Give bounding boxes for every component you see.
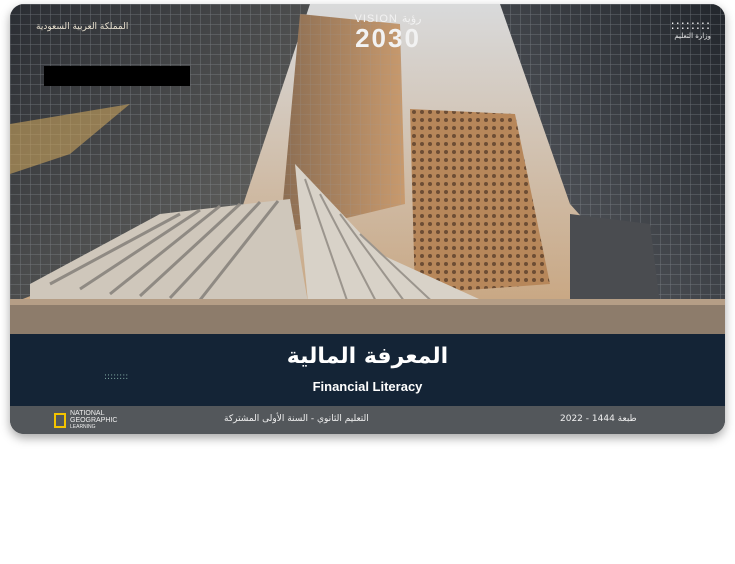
vision-2030-logo: VISION رؤية 2030	[328, 12, 448, 51]
cover-photo	[10, 4, 725, 334]
title-english: Financial Literacy	[312, 379, 423, 394]
publisher-line1: NATIONAL	[70, 410, 105, 417]
redaction-box	[44, 66, 190, 86]
publisher-line2: GEOGRAPHIC	[70, 417, 118, 424]
natgeo-yellow-frame-icon	[54, 413, 66, 428]
title-arabic: المعرفة المالية	[286, 344, 449, 369]
national-geographic-logo: NATIONAL GEOGRAPHIC LEARNING	[54, 410, 117, 431]
kingdom-label: المملكة العربية السعودية	[36, 22, 129, 32]
vision-year: 2030	[355, 23, 421, 53]
publisher-line3: LEARNING	[70, 424, 96, 430]
cover-reflection: Financial Literacy المعرفة المالية	[10, 438, 725, 558]
book-cover: المملكة العربية السعودية VISION رؤية 203…	[10, 4, 725, 434]
ministry-logo-icon: :::::::: وزارة التعليم	[601, 18, 711, 40]
edition-label: طبعة 1444 - 2022	[560, 414, 637, 424]
ministry-logo-mark: ::::::::	[670, 18, 711, 32]
grade-level: التعليم الثانوي - السنة الأولى المشتركة	[224, 414, 369, 424]
ministry-name: وزارة التعليم	[674, 32, 711, 40]
